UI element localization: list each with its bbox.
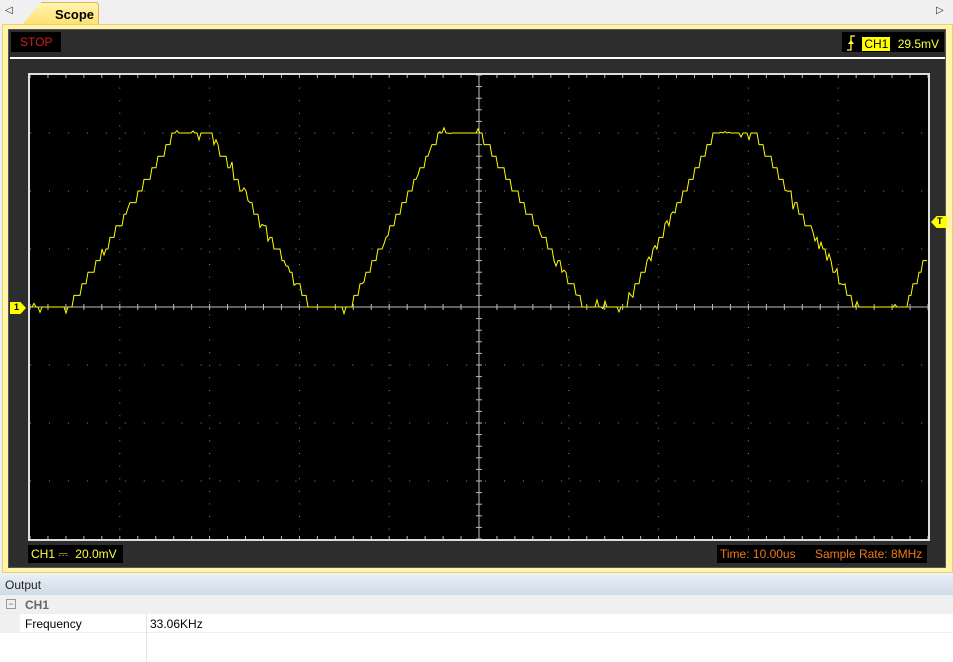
- scroll-left-icon[interactable]: ◁: [5, 5, 13, 16]
- waveform-plot: [30, 75, 928, 539]
- group-label: CH1: [25, 598, 50, 612]
- property-value: 33.06KHz: [150, 617, 203, 631]
- output-panel: Output − CH1 Frequency 33.06KHz: [0, 575, 953, 662]
- property-row[interactable]: Frequency 33.06KHz: [0, 614, 953, 633]
- channel-label: CH1: [31, 547, 56, 561]
- trigger-channel: CH1: [862, 37, 891, 51]
- trigger-info[interactable]: CH1 29.5mV: [842, 32, 944, 52]
- run-status[interactable]: STOP: [11, 32, 61, 52]
- property-name: Frequency: [25, 617, 82, 631]
- trigger-level: 29.5mV: [897, 37, 940, 51]
- time-per-div: Time: 10.00us: [720, 547, 796, 561]
- output-title: Output: [0, 575, 953, 595]
- scroll-right-icon[interactable]: ▷: [936, 5, 944, 16]
- scope-screen[interactable]: [28, 73, 930, 541]
- coupling-icon: ⎓: [58, 547, 68, 561]
- rising-edge-icon: [847, 35, 855, 51]
- channel-scale: 20.0mV: [75, 547, 117, 561]
- collapse-icon[interactable]: −: [6, 599, 16, 609]
- timebase-info[interactable]: Time: 10.00us Sample Rate: 8MHz: [717, 545, 927, 563]
- tab-bar: ◁ Scope ▷: [0, 0, 953, 25]
- group-ch1[interactable]: − CH1: [0, 595, 953, 614]
- tab-scope[interactable]: Scope: [22, 2, 99, 25]
- channel-info[interactable]: CH1 ⎓ 20.0mV: [28, 545, 123, 563]
- sample-rate: Sample Rate: 8MHz: [814, 547, 923, 561]
- divider: [10, 57, 945, 59]
